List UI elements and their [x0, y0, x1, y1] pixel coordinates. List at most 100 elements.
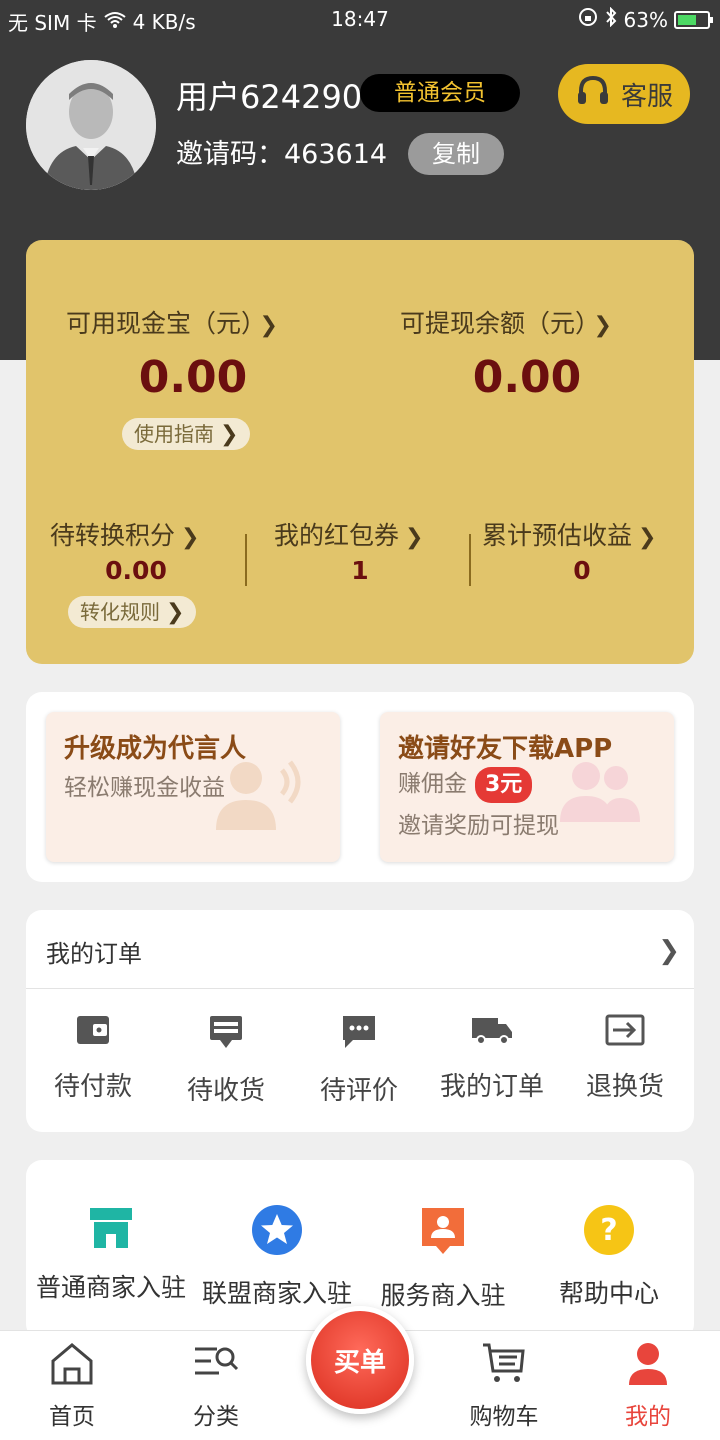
order-item-label: 我的订单 [439, 1072, 544, 1102]
headset-icon [575, 73, 611, 116]
store-icon [86, 1208, 136, 1254]
alliance-merchant-entry[interactable]: 联盟商家入驻 [192, 1204, 362, 1310]
order-all[interactable]: 我的订单 [427, 1012, 557, 1103]
commission-badge: 3元 [475, 766, 533, 803]
orders-title[interactable]: 我的订单 [46, 934, 142, 969]
megaphone-person-icon [210, 752, 310, 836]
username: 用户624290 [176, 78, 363, 116]
service-provider-entry[interactable]: 服务商入驻 [358, 1204, 528, 1312]
chevron-right-icon: ❯ [166, 600, 185, 625]
conversion-rules-label: 转化规则 [80, 600, 160, 624]
income-link[interactable]: 累计预估收益 ❯ [482, 516, 656, 552]
status-bar: 无 SIM 卡 4 KB/s 18:47 63% [0, 0, 720, 38]
divider [469, 534, 471, 586]
buy-button-label: 买单 [333, 1347, 386, 1378]
chevron-right-icon: ❯ [638, 525, 657, 550]
copy-button[interactable]: 复制 [408, 133, 504, 175]
home-icon [49, 1343, 95, 1389]
withdrawable-balance-value: 0.00 [472, 352, 582, 403]
tab-label: 首页 [49, 1404, 95, 1430]
usage-guide-button[interactable]: 使用指南 ❯ [122, 418, 251, 450]
income-label: 累计预估收益 [482, 521, 633, 550]
cash-balance-value: 0.00 [138, 352, 248, 403]
invite-code-value: 463614 [284, 139, 388, 170]
chevron-right-icon: ❯ [259, 313, 278, 338]
commission-label: 赚佣金 [398, 771, 467, 797]
order-item-label: 待收货 [186, 1076, 265, 1106]
battery-percent: 63% [623, 7, 668, 32]
wallet-card: 可用现金宝（元） ❯ 0.00 使用指南 ❯ 可提现余额（元） ❯ 0.00 待转换积… [26, 240, 694, 664]
tab-label: 购物车 [469, 1404, 539, 1430]
coupons-label: 我的红包券 [274, 521, 400, 550]
merchant-item-label: 服务商入驻 [380, 1281, 506, 1310]
cash-balance-link[interactable]: 可用现金宝（元） ❯ [66, 304, 278, 340]
exchange-icon [603, 1014, 647, 1052]
order-pending-payment[interactable]: 待付款 [28, 1012, 158, 1103]
tab-category[interactable]: 分类 [156, 1341, 276, 1431]
points-value: 0.00 [105, 556, 167, 585]
invite-code-label: 邀请码： [176, 139, 284, 170]
contact-card-icon [418, 1208, 468, 1262]
invite-commission-line: 赚佣金 3元 [398, 764, 533, 803]
order-pending-review[interactable]: 待评价 [294, 1012, 424, 1107]
friends-icon [554, 756, 644, 830]
spokesperson-card[interactable]: 升级成为代言人 轻松赚现金收益 [46, 712, 340, 862]
chevron-right-icon: ❯ [405, 525, 424, 550]
orders-section: 我的订单 ❯ 待付款 待收货 待评价 我的订单 退换货 [26, 910, 694, 1132]
merchant-item-label: 联盟商家入驻 [201, 1279, 352, 1308]
bluetooth-icon [604, 6, 618, 32]
income-value: 0 [573, 556, 591, 585]
tab-mine[interactable]: 我的 [588, 1341, 708, 1431]
invite-reward-text: 邀请奖励可提现 [398, 813, 559, 839]
cash-balance-label: 可用现金宝（元） [66, 309, 254, 338]
chevron-right-icon[interactable]: ❯ [658, 936, 680, 966]
star-icon [251, 1205, 303, 1260]
tab-cart[interactable]: 购物车 [444, 1341, 564, 1431]
points-link[interactable]: 待转换积分 ❯ [50, 516, 199, 552]
withdrawable-balance-link[interactable]: 可提现余额（元） ❯ [400, 304, 612, 340]
user-icon [625, 1343, 671, 1389]
divider [245, 534, 247, 586]
regular-merchant-entry[interactable]: 普通商家入驻 [26, 1204, 196, 1304]
wallet-icon [73, 1016, 113, 1052]
merchant-item-label: 普通商家入驻 [35, 1273, 186, 1302]
points-label: 待转换积分 [50, 521, 176, 550]
spokesperson-subtitle: 轻松赚现金收益 [64, 775, 225, 801]
usage-guide-label: 使用指南 [134, 422, 214, 446]
conversion-rules-button[interactable]: 转化规则 ❯ [68, 596, 197, 628]
order-item-label: 待评价 [319, 1076, 398, 1106]
battery-icon [674, 10, 713, 29]
invite-code: 邀请码：463614 [176, 132, 387, 171]
tab-home[interactable]: 首页 [12, 1341, 132, 1431]
promo-section: 升级成为代言人 轻松赚现金收益 邀请好友下载APP 赚佣金 3元 邀请奖励可提现 [26, 692, 694, 882]
order-returns[interactable]: 退换货 [560, 1012, 690, 1103]
help-center-entry[interactable]: ? 帮助中心 [524, 1204, 694, 1310]
order-item-label: 退换货 [585, 1072, 664, 1102]
withdrawable-balance-label: 可提现余额（元） [400, 309, 588, 338]
divider [26, 988, 694, 989]
coupons-link[interactable]: 我的红包券 ❯ [274, 516, 423, 552]
invite-friends-card[interactable]: 邀请好友下载APP 赚佣金 3元 邀请奖励可提现 [380, 712, 674, 862]
merchant-item-label: 帮助中心 [558, 1279, 659, 1308]
question-icon: ? [583, 1205, 635, 1260]
chevron-right-icon: ❯ [593, 313, 612, 338]
search-list-icon [193, 1347, 239, 1389]
cart-icon [481, 1343, 527, 1389]
chevron-right-icon: ❯ [181, 525, 200, 550]
customer-service-label: 客服 [620, 81, 673, 112]
svg-text:?: ? [600, 1213, 617, 1248]
truck-icon [470, 1018, 514, 1052]
customer-service-button[interactable]: 客服 [558, 64, 690, 124]
member-level-badge: 普通会员 [360, 74, 520, 112]
buy-button[interactable]: 买单 [306, 1306, 414, 1414]
tab-label-active: 我的 [625, 1404, 671, 1430]
coupons-value: 1 [351, 556, 369, 585]
order-pending-receipt[interactable]: 待收货 [161, 1012, 291, 1107]
order-item-label: 待付款 [53, 1072, 132, 1102]
chevron-right-icon: ❯ [220, 422, 239, 447]
tab-label: 分类 [193, 1404, 239, 1430]
receive-icon [206, 1016, 246, 1056]
comment-icon [339, 1016, 379, 1056]
rotation-lock-icon [578, 7, 598, 32]
avatar[interactable] [26, 60, 156, 190]
